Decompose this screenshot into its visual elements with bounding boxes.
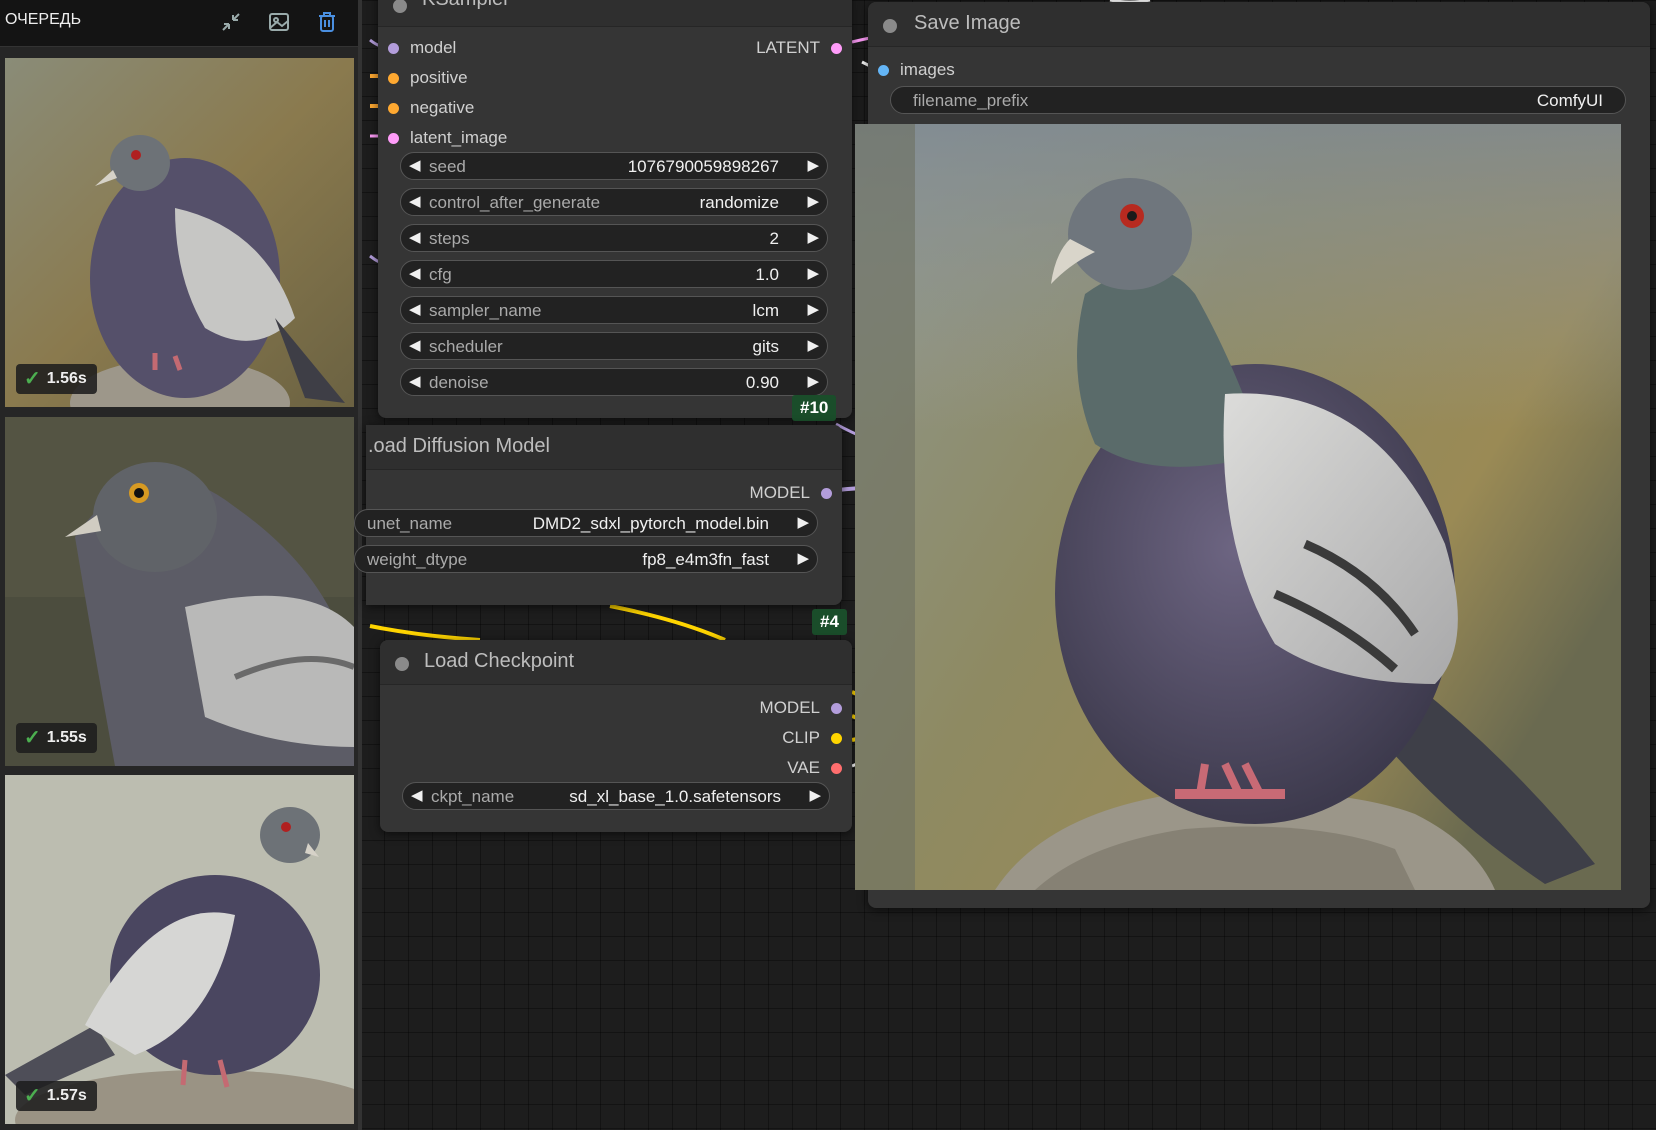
save-image-header[interactable]: Save Image — [868, 2, 1650, 47]
node-title: .oad Diffusion Model — [368, 435, 550, 457]
slot-dot[interactable] — [831, 703, 842, 714]
load-checkpoint-header[interactable]: Load Checkpoint — [380, 640, 852, 685]
increment-arrow-icon[interactable]: ▶ — [797, 549, 809, 567]
slot-dot[interactable] — [831, 733, 842, 744]
slot-dot[interactable] — [831, 43, 842, 54]
output-slot-model[interactable]: MODEL — [760, 698, 842, 718]
increment-arrow-icon[interactable]: ▶ — [807, 192, 819, 210]
load-checkpoint-node[interactable]: Load Checkpoint MODEL CLIP VAE ◀ ckpt_na… — [380, 640, 852, 832]
input-slot-latent-image[interactable]: latent_image — [388, 128, 507, 148]
decrement-arrow-icon[interactable]: ◀ — [409, 192, 421, 210]
node-collapse-dot[interactable] — [393, 0, 407, 13]
ckpt-name-widget[interactable]: ◀ ckpt_name sd_xl_base_1.0.safetensors ▶ — [402, 782, 830, 810]
node-id-badge: #10 — [792, 395, 837, 421]
slot-dot[interactable] — [388, 43, 399, 54]
pigeon-thumbnail-1 — [5, 58, 354, 407]
increment-arrow-icon[interactable]: ▶ — [807, 228, 819, 246]
increment-arrow-icon[interactable]: ▶ — [807, 264, 819, 282]
unet-name-widget[interactable]: unet_name DMD2_sdxl_pytorch_model.bin ▶ — [354, 509, 818, 537]
scheduler-widget[interactable]: ◀ scheduler gits ▶ — [400, 332, 828, 360]
status-badge: ✓ 1.55s — [16, 723, 97, 753]
increment-arrow-icon[interactable]: ▶ — [807, 156, 819, 174]
ksampler-node-header[interactable]: KSampler — [378, 0, 852, 27]
node-title: Save Image — [914, 12, 1021, 34]
slot-dot[interactable] — [388, 73, 399, 84]
increment-arrow-icon[interactable]: ▶ — [797, 513, 809, 531]
input-slot-positive[interactable]: positive — [388, 68, 468, 88]
seed-widget[interactable]: ◀ seed 1076790059898267 ▶ — [400, 152, 828, 180]
decrement-arrow-icon[interactable]: ◀ — [409, 336, 421, 354]
pigeon-thumbnail-2 — [5, 417, 354, 766]
node-collapse-dot[interactable] — [395, 657, 409, 671]
queue-item[interactable]: ✓ 1.57s — [5, 775, 354, 1124]
check-icon: ✓ — [24, 368, 41, 390]
decrement-arrow-icon[interactable]: ◀ — [409, 156, 421, 174]
node-title: KSampler — [422, 0, 510, 11]
trash-icon[interactable] — [312, 8, 342, 36]
decrement-arrow-icon[interactable]: ◀ — [409, 372, 421, 390]
queue-item[interactable]: ✓ 1.56s — [5, 58, 354, 407]
ksampler-node[interactable]: KSampler model positive negative latent_… — [378, 0, 852, 418]
decrement-arrow-icon[interactable]: ◀ — [409, 264, 421, 282]
increment-arrow-icon[interactable]: ▶ — [807, 372, 819, 390]
node-collapse-dot[interactable] — [883, 19, 897, 33]
input-slot-images[interactable]: images — [878, 60, 955, 80]
load-diffusion-model-node[interactable]: .oad Diffusion Model MODEL unet_name DMD… — [354, 425, 842, 605]
slot-dot[interactable] — [388, 133, 399, 144]
increment-arrow-icon[interactable]: ▶ — [807, 300, 819, 318]
node-id-badge: #4 — [812, 609, 847, 635]
output-image-preview[interactable] — [855, 124, 1621, 890]
denoise-widget[interactable]: ◀ denoise 0.90 ▶ — [400, 368, 828, 396]
slot-dot[interactable] — [831, 763, 842, 774]
decrement-arrow-icon[interactable]: ◀ — [409, 300, 421, 318]
decrement-arrow-icon[interactable]: ◀ — [409, 228, 421, 246]
check-icon: ✓ — [24, 1085, 41, 1107]
output-slot-latent[interactable]: LATENT — [756, 38, 842, 58]
filename-prefix-widget[interactable]: filename_prefix ComfyUI — [890, 86, 1626, 114]
load-diffusion-model-header[interactable]: .oad Diffusion Model — [366, 425, 842, 470]
slot-dot[interactable] — [821, 488, 832, 499]
decrement-arrow-icon[interactable]: ◀ — [411, 786, 423, 804]
queue-item[interactable]: ✓ 1.55s — [5, 417, 354, 766]
pigeon-image — [855, 124, 1621, 890]
status-badge: ✓ 1.57s — [16, 1081, 97, 1111]
output-slot-clip[interactable]: CLIP — [782, 728, 842, 748]
queue-header: ОЧЕРЕДЬ — [0, 0, 358, 47]
increment-arrow-icon[interactable]: ▶ — [807, 336, 819, 354]
image-gallery-icon[interactable] — [264, 8, 294, 36]
input-slot-model[interactable]: model — [388, 38, 456, 58]
status-badge: ✓ 1.56s — [16, 364, 97, 394]
slot-dot[interactable] — [388, 103, 399, 114]
queue-sidebar: ОЧЕРЕДЬ ✓ 1.56s ✓ 1.55s ✓ 1.57s — [0, 0, 362, 1130]
cfg-widget[interactable]: ◀ cfg 1.0 ▶ — [400, 260, 828, 288]
collapse-icon[interactable] — [216, 8, 246, 36]
check-icon: ✓ — [24, 727, 41, 749]
weight-dtype-widget[interactable]: weight_dtype fp8_e4m3fn_fast ▶ — [354, 545, 818, 573]
slot-dot[interactable] — [878, 65, 889, 76]
increment-arrow-icon[interactable]: ▶ — [809, 786, 821, 804]
output-slot-model[interactable]: MODEL — [750, 483, 832, 503]
steps-widget[interactable]: ◀ steps 2 ▶ — [400, 224, 828, 252]
node-title: Load Checkpoint — [424, 650, 575, 672]
pigeon-thumbnail-3 — [5, 775, 354, 1124]
output-slot-vae[interactable]: VAE — [787, 758, 842, 778]
queue-item-time: 1.56s — [46, 370, 87, 387]
queue-item-time: 1.55s — [46, 729, 87, 746]
control-after-generate-widget[interactable]: ◀ control_after_generate randomize ▶ — [400, 188, 828, 216]
queue-item-time: 1.57s — [46, 1087, 87, 1104]
sampler-name-widget[interactable]: ◀ sampler_name lcm ▶ — [400, 296, 828, 324]
queue-title: ОЧЕРЕДЬ — [5, 11, 82, 28]
input-slot-negative[interactable]: negative — [388, 98, 474, 118]
